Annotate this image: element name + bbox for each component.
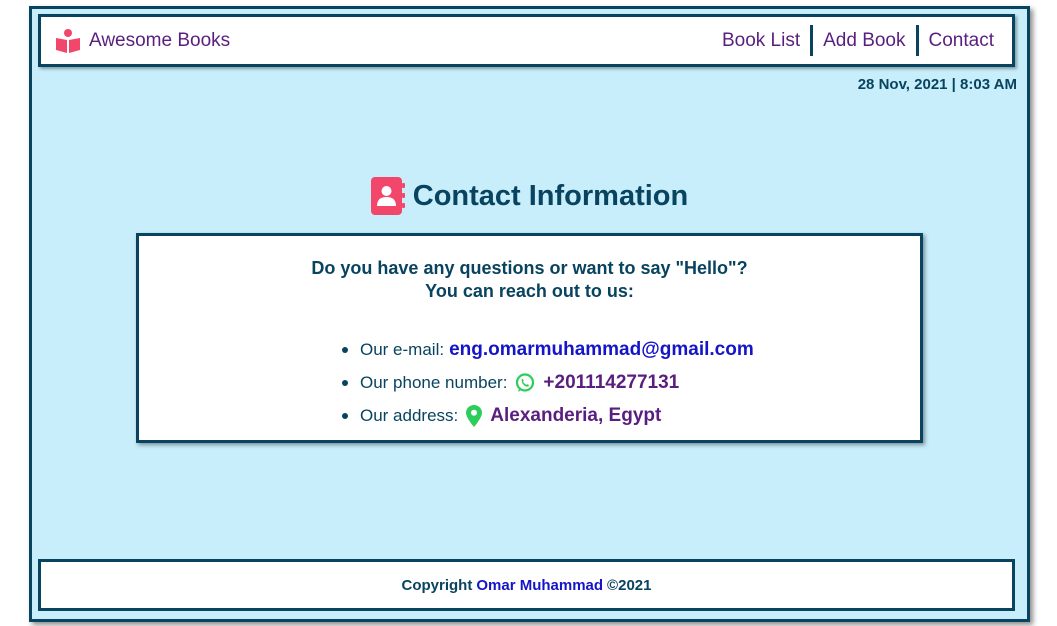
- address-label: Our address:: [360, 405, 459, 425]
- contact-list: Our e-mail: eng.omarmuhammad@gmail.com O…: [342, 333, 754, 432]
- map-marker-icon: [466, 404, 483, 427]
- nav-links: Book List Add Book Contact: [712, 25, 1004, 56]
- email-link[interactable]: eng.omarmuhammad@gmail.com: [449, 339, 754, 361]
- current-datetime: 28 Nov, 2021 | 8:03 AM: [857, 76, 1017, 93]
- page-frame: Awesome Books Book List Add Book Contact…: [29, 6, 1030, 622]
- navbar: Awesome Books Book List Add Book Contact: [38, 14, 1015, 67]
- author-link[interactable]: Omar Muhammad: [476, 577, 603, 594]
- phone-link[interactable]: +201114277131: [543, 372, 679, 394]
- contact-intro: Do you have any questions or want to say…: [139, 257, 920, 303]
- page-title: Contact Information: [412, 179, 689, 212]
- section-heading: Contact Information: [32, 177, 1027, 215]
- nav-add-book[interactable]: Add Book: [810, 25, 915, 56]
- phone-label: Our phone number:: [360, 372, 508, 392]
- nav-book-list[interactable]: Book List: [712, 25, 810, 56]
- footer: Copyright Omar Muhammad ©2021: [38, 559, 1015, 611]
- contact-email-item: Our e-mail: eng.omarmuhammad@gmail.com: [342, 333, 754, 366]
- nav-contact[interactable]: Contact: [915, 25, 1004, 56]
- contact-phone-item: Our phone number: +201114277131: [342, 366, 754, 399]
- copyright-year: ©2021: [607, 576, 652, 594]
- intro-question: Do you have any questions or want to say…: [311, 258, 748, 278]
- address-book-icon: [370, 177, 405, 215]
- brand-logo[interactable]: Awesome Books: [55, 28, 230, 54]
- email-label: Our e-mail:: [360, 339, 445, 359]
- address-link[interactable]: Alexanderia, Egypt: [490, 405, 661, 427]
- book-reader-icon: [55, 28, 89, 54]
- brand-name: Awesome Books: [89, 29, 231, 51]
- contact-address-item: Our address: Alexanderia, Egypt: [342, 399, 754, 432]
- copyright-prefix: Copyright: [401, 576, 473, 594]
- intro-reach-out: You can reach out to us:: [425, 281, 634, 301]
- whatsapp-icon: [515, 372, 535, 393]
- contact-card: Do you have any questions or want to say…: [136, 233, 923, 443]
